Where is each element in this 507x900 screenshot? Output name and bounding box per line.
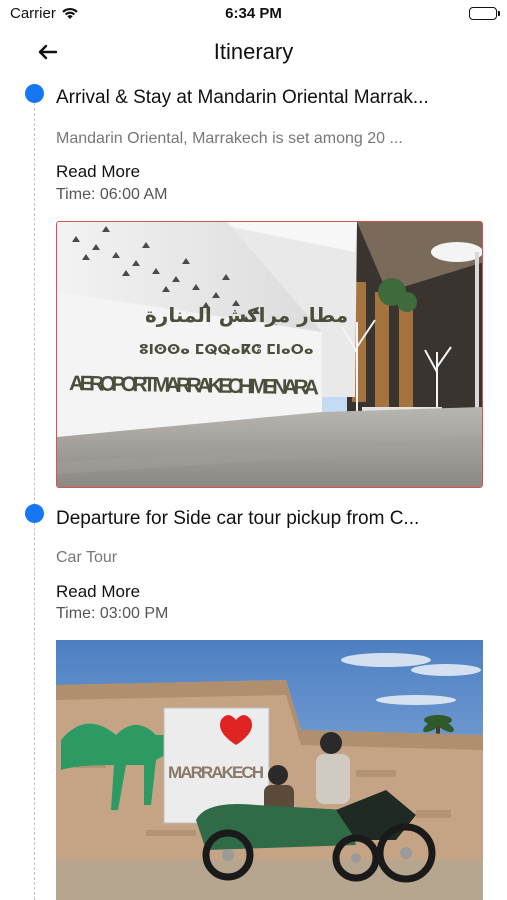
status-time: 6:34 PM — [225, 5, 282, 22]
time-value: 03:00 PM — [99, 605, 169, 622]
read-more-link[interactable]: Read More — [56, 162, 140, 182]
item-description: Car Tour — [56, 549, 118, 566]
image-sign-text: MARRAKECH — [168, 763, 264, 782]
image-tifinagh-text: ⵓⵏⵙⵙⴰ ⵎⵕⵕⴰⴽⵛ ⵎⵏⴰⵔⴰ — [139, 342, 314, 358]
item-title[interactable]: Arrival & Stay at Mandarin Oriental Marr… — [56, 87, 486, 109]
item-time: Time: 06:00 AM — [56, 186, 167, 204]
item-image-airport[interactable]: مطار مراكش المنارة ⵓⵏⵙⵙⴰ ⵎⵕⵕⴰⴽⵛ ⵎⵏⴰⵔⴰ AE… — [56, 221, 483, 488]
timeline-dot — [25, 84, 44, 103]
item-time: Time: 03:00 PM — [56, 605, 168, 623]
image-latin-text: AEROPORT MARRAKECH MENARA — [69, 372, 319, 399]
item-title[interactable]: Departure for Side car tour pickup from … — [56, 508, 486, 530]
status-bar: Carrier 6:34 PM — [0, 0, 507, 28]
page-title: Itinerary — [213, 39, 294, 64]
time-value: 06:00 AM — [99, 186, 168, 203]
item-description: Mandarin Oriental, Marrakech is set amon… — [56, 130, 403, 147]
time-label: Time: — [56, 186, 96, 203]
nav-header: Itinerary — [0, 30, 507, 74]
timeline-line — [34, 98, 35, 900]
item-image-sidecar[interactable]: MARRAKECH — [56, 640, 483, 900]
image-arabic-text: مطار مراكش المنارة — [145, 303, 348, 327]
time-label: Time: — [56, 605, 96, 622]
battery-icon — [469, 7, 500, 20]
read-more-link[interactable]: Read More — [56, 582, 140, 602]
timeline-dot — [25, 504, 44, 523]
